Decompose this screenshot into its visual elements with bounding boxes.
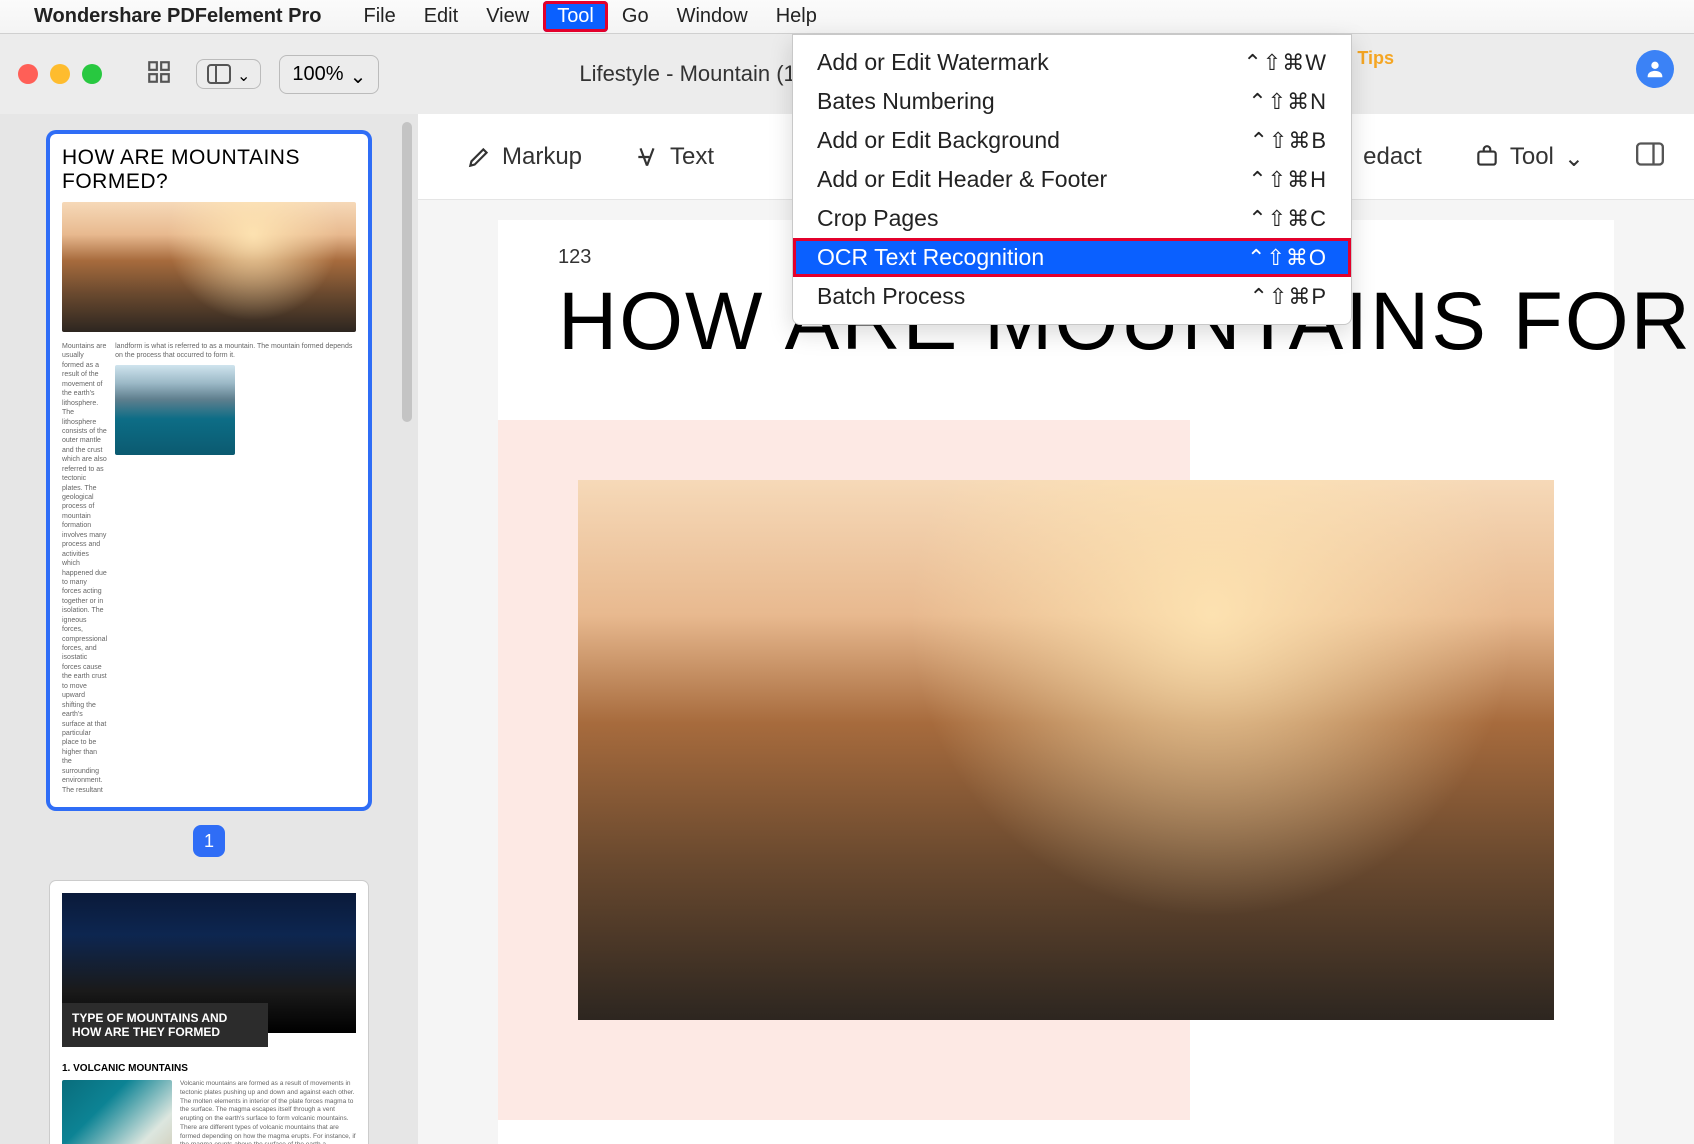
tips-label: Tips: [1357, 48, 1394, 68]
chevron-down-icon: ⌄: [237, 66, 250, 86]
thumb-text: Volcanic mountains are formed as a resul…: [180, 1080, 356, 1144]
menu-item-label: Add or Edit Background: [817, 127, 1060, 154]
tool-label: Tool: [1510, 143, 1554, 171]
thumb-text: Mountains are usually formed as a result…: [62, 342, 107, 795]
markup-label: Markup: [502, 143, 582, 171]
menu-item-watermark[interactable]: Add or Edit Watermark ⌃⇧⌘W: [793, 43, 1351, 82]
menu-item-label: Bates Numbering: [817, 88, 995, 115]
thumb-text-2: landform is what is referred to as a mou…: [115, 342, 356, 361]
thumb-title: HOW ARE MOUNTAINS FORMED?: [62, 146, 356, 194]
menu-tool[interactable]: Tool: [543, 1, 608, 32]
markup-button[interactable]: Markup: [466, 143, 582, 171]
menu-go[interactable]: Go: [608, 1, 663, 32]
menu-item-shortcut: ⌃⇧⌘C: [1248, 206, 1327, 232]
text-button[interactable]: Text: [634, 143, 714, 171]
thumb-heading: 1. VOLCANIC MOUNTAINS: [62, 1063, 356, 1074]
chevron-down-icon: ⌄: [1564, 144, 1584, 173]
menu-item-batch[interactable]: Batch Process ⌃⇧⌘P: [793, 277, 1351, 316]
redact-button[interactable]: edact: [1363, 143, 1422, 171]
macos-menubar: Wondershare PDFelement Pro File Edit Vie…: [0, 0, 1694, 34]
menu-item-shortcut: ⌃⇧⌘O: [1247, 245, 1327, 271]
document-viewport[interactable]: 123 HOW ARE MOUNTAINS FORMED?: [418, 200, 1694, 1144]
zoom-value: 100%: [292, 63, 343, 86]
tool-button[interactable]: Tool ⌄: [1474, 142, 1584, 171]
menu-item-shortcut: ⌃⇧⌘W: [1243, 50, 1327, 76]
text-label: Text: [670, 143, 714, 171]
menu-help[interactable]: Help: [762, 1, 831, 32]
menu-item-label: Crop Pages: [817, 205, 938, 232]
thumb-image-2: [62, 1080, 172, 1144]
close-button[interactable]: [18, 64, 38, 84]
menu-item-shortcut: ⌃⇧⌘H: [1248, 167, 1327, 193]
menu-window[interactable]: Window: [663, 1, 762, 32]
sidebar-scrollbar[interactable]: [402, 122, 412, 422]
menu-item-background[interactable]: Add or Edit Background ⌃⇧⌘B: [793, 121, 1351, 160]
menu-item-crop[interactable]: Crop Pages ⌃⇧⌘C: [793, 199, 1351, 238]
sidebar-toggle[interactable]: ⌄: [196, 59, 261, 89]
page-badge-1: 1: [193, 825, 225, 857]
menu-edit[interactable]: Edit: [410, 1, 472, 32]
thumbnails-grid-icon[interactable]: [146, 59, 172, 90]
minimize-button[interactable]: [50, 64, 70, 84]
menu-item-label: OCR Text Recognition: [817, 244, 1044, 271]
user-avatar[interactable]: [1636, 50, 1674, 88]
menu-item-bates[interactable]: Bates Numbering ⌃⇧⌘N: [793, 82, 1351, 121]
hero-image: [578, 480, 1554, 1020]
thumbnail-page-2[interactable]: TYPE OF MOUNTAINS AND HOW ARE THEY FORME…: [50, 881, 368, 1144]
tool-dropdown: Add or Edit Watermark ⌃⇧⌘W Bates Numberi…: [792, 34, 1352, 325]
menu-item-shortcut: ⌃⇧⌘N: [1248, 89, 1327, 115]
redact-label: edact: [1363, 143, 1422, 171]
hero-image-frame: [578, 480, 1554, 1020]
menu-view[interactable]: View: [472, 1, 543, 32]
document-title: Lifestyle - Mountain (1): [579, 61, 803, 87]
thumb-image-2: [115, 365, 235, 455]
traffic-lights: [18, 64, 102, 84]
thumbnail-sidebar: HOW ARE MOUNTAINS FORMED? Mountains are …: [0, 114, 418, 1144]
thumbnail-page-1[interactable]: HOW ARE MOUNTAINS FORMED? Mountains are …: [50, 134, 368, 807]
menu-item-shortcut: ⌃⇧⌘P: [1249, 284, 1327, 310]
menu-item-ocr[interactable]: OCR Text Recognition ⌃⇧⌘O: [793, 238, 1351, 277]
thumb-image: [62, 202, 356, 332]
menu-item-header-footer[interactable]: Add or Edit Header & Footer ⌃⇧⌘H: [793, 160, 1351, 199]
menu-item-label: Batch Process: [817, 283, 965, 310]
menu-item-label: Add or Edit Watermark: [817, 49, 1049, 76]
app-name: Wondershare PDFelement Pro: [34, 5, 321, 28]
right-panel-toggle-icon[interactable]: [1636, 142, 1664, 171]
chevron-down-icon: ⌄: [350, 64, 367, 89]
menu-item-label: Add or Edit Header & Footer: [817, 166, 1107, 193]
zoom-select[interactable]: 100% ⌄: [279, 55, 379, 94]
menu-item-shortcut: ⌃⇧⌘B: [1249, 128, 1327, 154]
menu-file[interactable]: File: [349, 1, 409, 32]
thumb-overlay-title: TYPE OF MOUNTAINS AND HOW ARE THEY FORME…: [62, 1003, 268, 1047]
zoom-button[interactable]: [82, 64, 102, 84]
pdf-page: 123 HOW ARE MOUNTAINS FORMED?: [498, 220, 1614, 1144]
